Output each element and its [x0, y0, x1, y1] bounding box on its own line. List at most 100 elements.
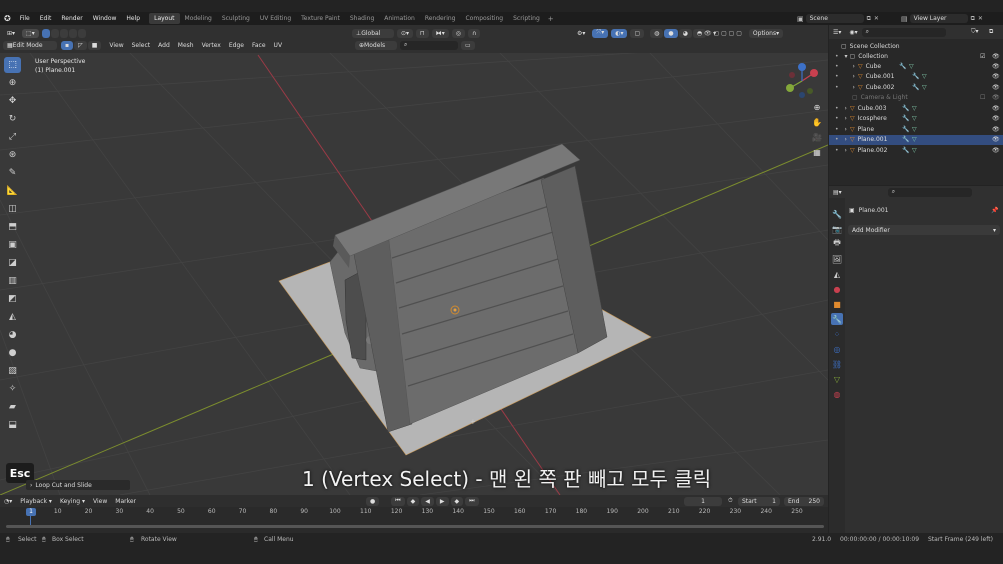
- eye-icon[interactable]: 👁: [992, 147, 1000, 154]
- add-workspace-button[interactable]: +: [545, 15, 557, 23]
- prev-keyframe-icon[interactable]: ◆: [406, 496, 420, 506]
- loop-cut-tool-icon[interactable]: ▥: [4, 273, 21, 289]
- filter-funnel-icon[interactable]: ⛉▾: [971, 28, 979, 36]
- outliner-row-cube[interactable]: • › ▽ Cube 🔧 ▽ 👁: [829, 61, 1003, 71]
- search-field[interactable]: ⌕: [400, 40, 458, 50]
- outliner-row-scene-collection[interactable]: ▢ Scene Collection: [829, 41, 1003, 51]
- eye-icon[interactable]: 👁: [992, 126, 1000, 133]
- menu-file[interactable]: File: [15, 15, 35, 22]
- workspace-tab-sculpting[interactable]: Sculpting: [217, 13, 255, 24]
- eye-icon[interactable]: 👁: [992, 115, 1000, 122]
- clock-icon[interactable]: ⏱: [728, 497, 733, 505]
- edge-slide-tool-icon[interactable]: ▧: [4, 363, 21, 379]
- jump-start-icon[interactable]: ⏮: [391, 496, 405, 506]
- record-icon[interactable]: ●: [366, 496, 380, 506]
- add-cube-tool-icon[interactable]: ◫: [4, 201, 21, 217]
- transform-orientation-dropdown[interactable]: ⊥ Global: [352, 28, 394, 38]
- proportional-edit-icon[interactable]: ◎: [451, 28, 465, 38]
- timeline-menu-view[interactable]: View: [89, 498, 111, 505]
- eye-icon[interactable]: 👁: [992, 63, 1000, 70]
- workspace-tab-uv-editing[interactable]: UV Editing: [255, 13, 296, 24]
- workspace-tab-texture-paint[interactable]: Texture Paint: [296, 13, 345, 24]
- snap-element-icon[interactable]: ⧓▾: [431, 28, 449, 38]
- options-dropdown[interactable]: Options ▾: [748, 28, 784, 38]
- cursor-tool-icon[interactable]: ⊕: [4, 75, 21, 91]
- view-layer-tab-icon[interactable]: 🖼: [831, 253, 843, 265]
- tool-tab-icon[interactable]: 🔧: [831, 208, 843, 220]
- select-mode-subtract-icon[interactable]: [59, 28, 68, 38]
- timeline-menu-keying[interactable]: Keying ▾: [56, 498, 89, 505]
- object-tab-icon[interactable]: ■: [831, 298, 843, 310]
- select-tool-icon[interactable]: ⬚▾: [22, 28, 39, 38]
- new-view-layer-icon[interactable]: ⧉: [971, 15, 975, 23]
- spin-tool-icon[interactable]: ◕: [4, 327, 21, 343]
- view-layer-selector[interactable]: View Layer: [909, 14, 968, 23]
- eye-icon[interactable]: 👁: [992, 136, 1000, 143]
- view-layer-icon[interactable]: ▤: [901, 15, 908, 23]
- eye-icon[interactable]: 👁: [992, 53, 1000, 60]
- 3d-viewport[interactable]: + User Perspective (1) Plane.001 ⊕ ✋ 🎥 ▦…: [0, 53, 828, 495]
- rip-tool-icon[interactable]: ⬓: [4, 417, 21, 433]
- menu-help[interactable]: Help: [121, 15, 145, 22]
- viewport-menu-add[interactable]: Add: [154, 42, 174, 49]
- poly-build-tool-icon[interactable]: ◭: [4, 309, 21, 325]
- current-frame-field[interactable]: 1: [684, 496, 722, 506]
- collapse-arrow-icon[interactable]: ▾: [845, 53, 848, 60]
- select-mode-invert-icon[interactable]: [68, 28, 77, 38]
- menu-edit[interactable]: Edit: [35, 15, 57, 22]
- viewport-menu-edge[interactable]: Edge: [225, 42, 248, 49]
- output-tab-icon[interactable]: 🖶: [831, 238, 843, 250]
- workspace-tab-modeling[interactable]: Modeling: [180, 13, 217, 24]
- shading-material-icon[interactable]: ◕: [678, 28, 692, 38]
- outliner-row-icosphere[interactable]: • › ▽ Icosphere 🔧 ▽ 👁: [829, 114, 1003, 124]
- inset-tool-icon[interactable]: ▣: [4, 237, 21, 253]
- navigation-gizmo[interactable]: [780, 61, 825, 101]
- physics-tab-icon[interactable]: ◎: [831, 343, 843, 355]
- scene-icon[interactable]: ▣: [797, 15, 804, 23]
- gizmo-y-icon[interactable]: [786, 84, 794, 92]
- play-reverse-icon[interactable]: ◀: [421, 496, 434, 506]
- delete-view-layer-icon[interactable]: ✕: [978, 15, 983, 22]
- expand-arrow-icon[interactable]: ›: [853, 84, 855, 91]
- new-scene-icon[interactable]: ⧉: [867, 15, 871, 23]
- next-keyframe-icon[interactable]: ◆: [450, 496, 464, 506]
- workspace-tab-compositing[interactable]: Compositing: [460, 13, 508, 24]
- viewport-menu-uv[interactable]: UV: [270, 42, 287, 49]
- expand-arrow-icon[interactable]: ›: [845, 126, 847, 133]
- select-mode-new-icon[interactable]: [41, 28, 50, 38]
- properties-search-field[interactable]: ⌕: [887, 187, 972, 197]
- play-icon[interactable]: ▶: [435, 496, 449, 506]
- viewport-menu-mesh[interactable]: Mesh: [174, 42, 198, 49]
- modifier-tab-icon[interactable]: 🔧: [831, 313, 843, 325]
- annotate-tool-icon[interactable]: ✎: [4, 165, 21, 181]
- scene-tab-icon[interactable]: ◭: [831, 268, 843, 280]
- face-select-icon[interactable]: ■: [87, 40, 102, 50]
- shear-tool-icon[interactable]: ▰: [4, 399, 21, 415]
- overlay-toggle-icon[interactable]: ◐▾: [611, 28, 628, 38]
- outliner-row-collection[interactable]: • ▾ ▢ Collection ☑ 👁: [829, 51, 1003, 61]
- expand-arrow-icon[interactable]: ›: [845, 105, 847, 112]
- workspace-tab-shading[interactable]: Shading: [345, 13, 379, 24]
- particles-tab-icon[interactable]: ⁘: [831, 328, 843, 340]
- workspace-tab-animation[interactable]: Animation: [379, 13, 420, 24]
- jump-end-icon[interactable]: ⏭: [465, 496, 479, 506]
- expand-arrow-icon[interactable]: ›: [845, 147, 847, 154]
- world-tab-icon[interactable]: ●: [831, 283, 843, 295]
- vertex-select-icon[interactable]: ▪: [61, 40, 74, 50]
- viewport-menu-face[interactable]: Face: [248, 42, 270, 49]
- expand-arrow-icon[interactable]: ›: [845, 136, 847, 143]
- workspace-tab-scripting[interactable]: Scripting: [508, 13, 545, 24]
- transform-tool-icon[interactable]: ⊛: [4, 147, 21, 163]
- display-mode-icon[interactable]: ◉▾: [845, 29, 861, 36]
- eye-icon[interactable]: 👁: [992, 105, 1000, 112]
- properties-editor-type-icon[interactable]: ▤▾: [829, 189, 846, 196]
- outliner-row-camera-light[interactable]: ▢ Camera & Light ☐ 👁: [829, 92, 1003, 102]
- end-frame-field[interactable]: End 250: [784, 496, 824, 506]
- scale-tool-icon[interactable]: ⤢: [4, 129, 21, 145]
- snap-toggle-icon[interactable]: ⊓: [416, 28, 429, 38]
- menu-render[interactable]: Render: [56, 15, 87, 22]
- rotate-tool-icon[interactable]: ↻: [4, 111, 21, 127]
- smooth-tool-icon[interactable]: ●: [4, 345, 21, 361]
- eye-icon[interactable]: 👁: [992, 73, 1000, 80]
- measure-tool-icon[interactable]: 📐: [4, 183, 21, 199]
